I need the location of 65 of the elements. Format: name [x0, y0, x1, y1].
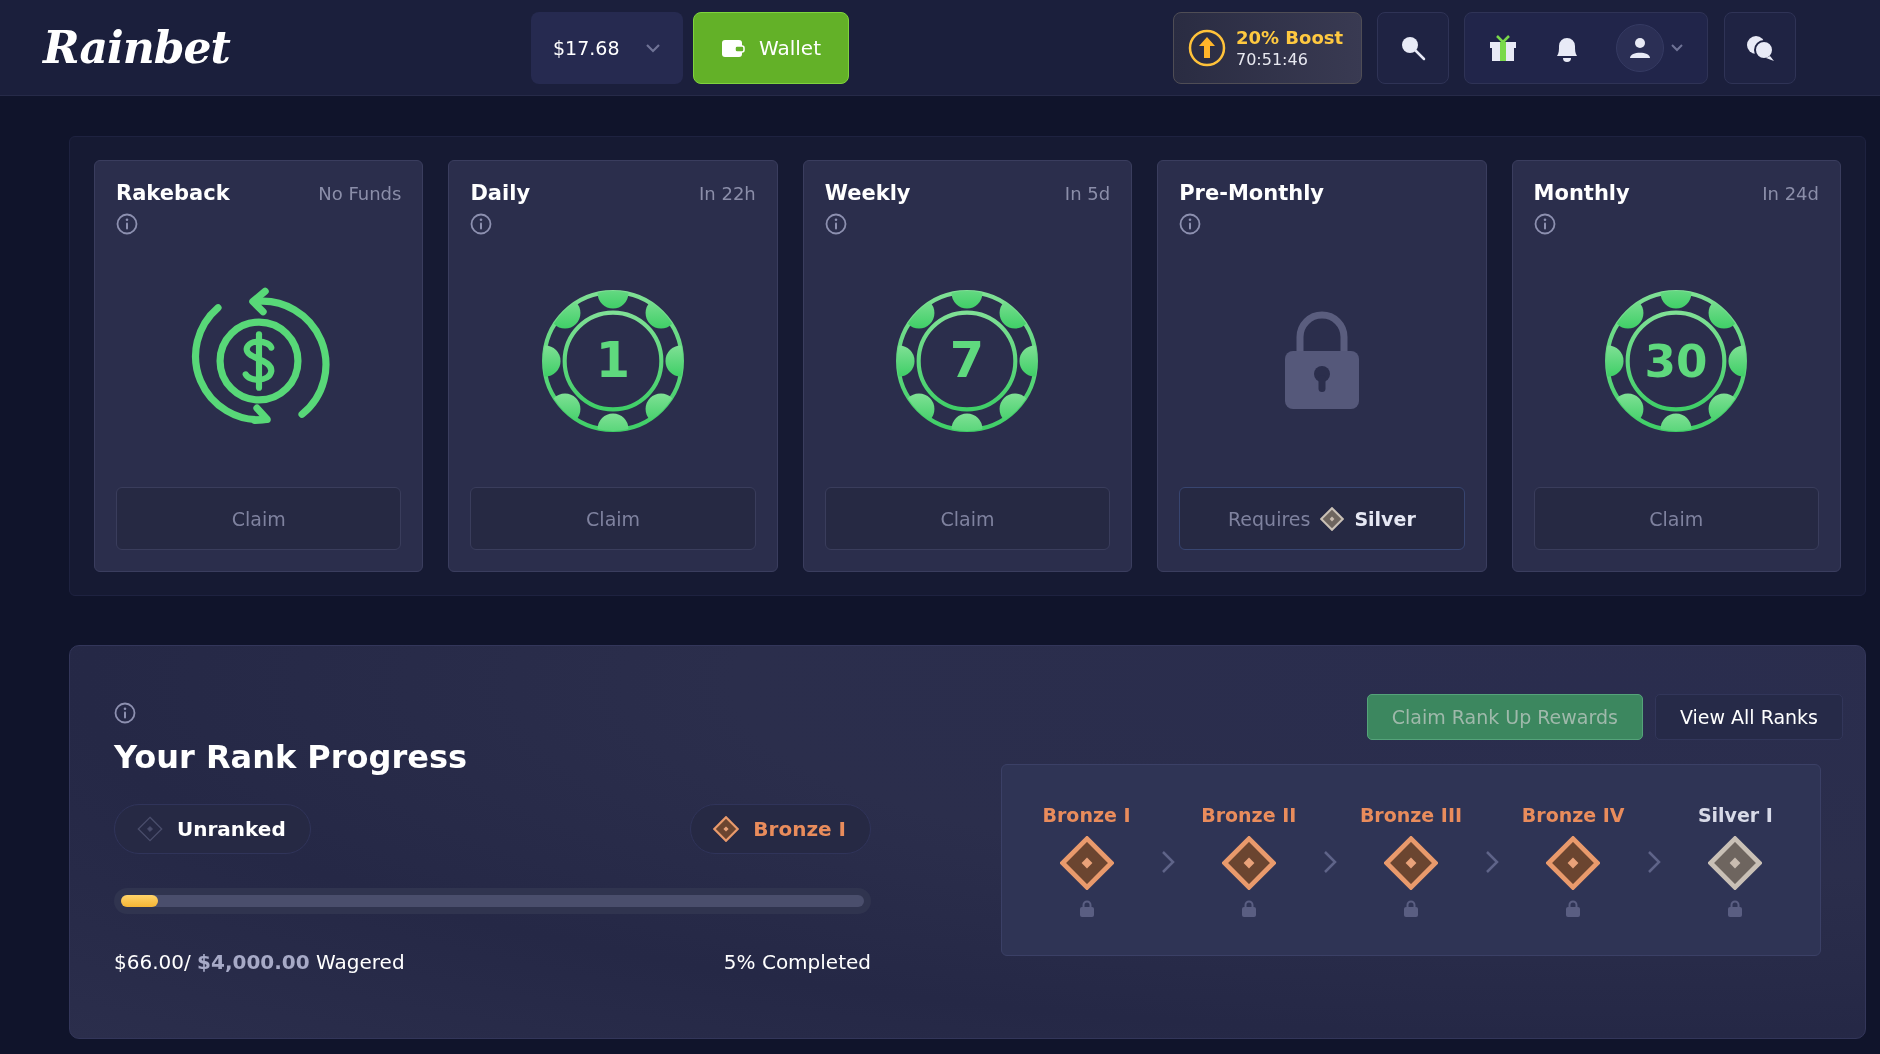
boost-timer-card[interactable]: 20% Boost 70:51:46 — [1173, 11, 1362, 84]
search-button[interactable] — [1377, 11, 1449, 84]
search-icon — [1400, 34, 1426, 61]
rank-name: Silver I — [1697, 803, 1773, 826]
chip-number: 7 — [950, 331, 985, 390]
card-title: Rakeback — [116, 181, 230, 205]
rank-diamond-icon — [1384, 835, 1438, 890]
logo[interactable]: Rainbet — [43, 22, 531, 73]
rank-diamond-icon — [137, 816, 163, 842]
rank-label: Bronze I — [753, 817, 846, 841]
info-icon[interactable] — [1533, 213, 1556, 235]
wallet-button[interactable]: Wallet — [693, 11, 849, 84]
requires-button[interactable]: Requires Silver — [1179, 487, 1465, 550]
section-title: Your Rank Progress — [114, 738, 469, 776]
chevron-right-icon — [1322, 850, 1337, 874]
info-icon[interactable] — [116, 213, 138, 235]
wagered-text: $66.00/ $4,000.00 Wagered — [114, 950, 405, 974]
card-title: Weekly — [824, 181, 911, 205]
card-status: No Funds — [318, 183, 402, 204]
rank-name: Bronze I — [1042, 803, 1131, 826]
rank-diamond-icon — [1320, 506, 1345, 531]
info-icon[interactable] — [470, 213, 493, 235]
card-title: Monthly — [1533, 181, 1630, 205]
card-title: Daily — [470, 181, 531, 205]
card-title: Pre-Monthly — [1179, 181, 1325, 205]
chip-number: 1 — [595, 331, 631, 390]
poker-chip-icon — [1605, 290, 1748, 432]
rank-diamond-icon — [1546, 835, 1601, 890]
card-status: In 22h — [699, 183, 756, 204]
claim-button[interactable]: Claim — [470, 487, 756, 550]
padlock-icon — [1283, 311, 1360, 411]
info-icon[interactable] — [824, 213, 847, 235]
chat-bubbles-icon — [1744, 33, 1776, 62]
user-icon — [1628, 36, 1651, 59]
chat-button[interactable] — [1724, 11, 1796, 84]
info-icon[interactable] — [114, 702, 136, 724]
chevron-down-icon — [645, 42, 661, 53]
gift-icon[interactable] — [1488, 32, 1519, 63]
poker-chip-icon — [542, 290, 685, 432]
completed-text: 5% Completed — [723, 950, 871, 974]
card-status: In 5d — [1064, 183, 1111, 204]
info-icon[interactable] — [1179, 213, 1202, 235]
claim-button[interactable]: Claim — [824, 487, 1111, 550]
balance-dropdown[interactable]: $17.68 — [531, 11, 683, 84]
boost-timer: 70:51:46 — [1236, 49, 1309, 69]
rank-name: Bronze III — [1359, 803, 1463, 826]
chevron-down-icon[interactable] — [1669, 43, 1684, 52]
chevron-right-icon — [1485, 850, 1500, 874]
rank-name: Bronze IV — [1521, 803, 1625, 826]
claim-button[interactable]: Claim — [116, 487, 402, 550]
rank-diamond-icon — [1708, 835, 1763, 890]
chevron-right-icon — [1160, 850, 1175, 874]
view-ranks-button[interactable]: View All Ranks — [1654, 694, 1843, 740]
poker-chip-icon — [896, 290, 1039, 432]
claim-rewards-button[interactable]: Claim Rank Up Rewards — [1366, 694, 1643, 740]
boost-title: 20% Boost — [1236, 26, 1344, 48]
chevron-right-icon — [1647, 850, 1662, 874]
rank-diamond-icon — [713, 816, 740, 842]
claim-button[interactable]: Claim — [1533, 487, 1819, 550]
rank-name: Bronze II — [1201, 803, 1297, 826]
rank-diamond-icon — [1059, 835, 1114, 890]
card-status: In 24d — [1762, 183, 1819, 204]
chip-number: 30 — [1644, 335, 1708, 389]
rank-diamond-icon — [1221, 835, 1276, 890]
rank-label: Unranked — [177, 817, 286, 841]
